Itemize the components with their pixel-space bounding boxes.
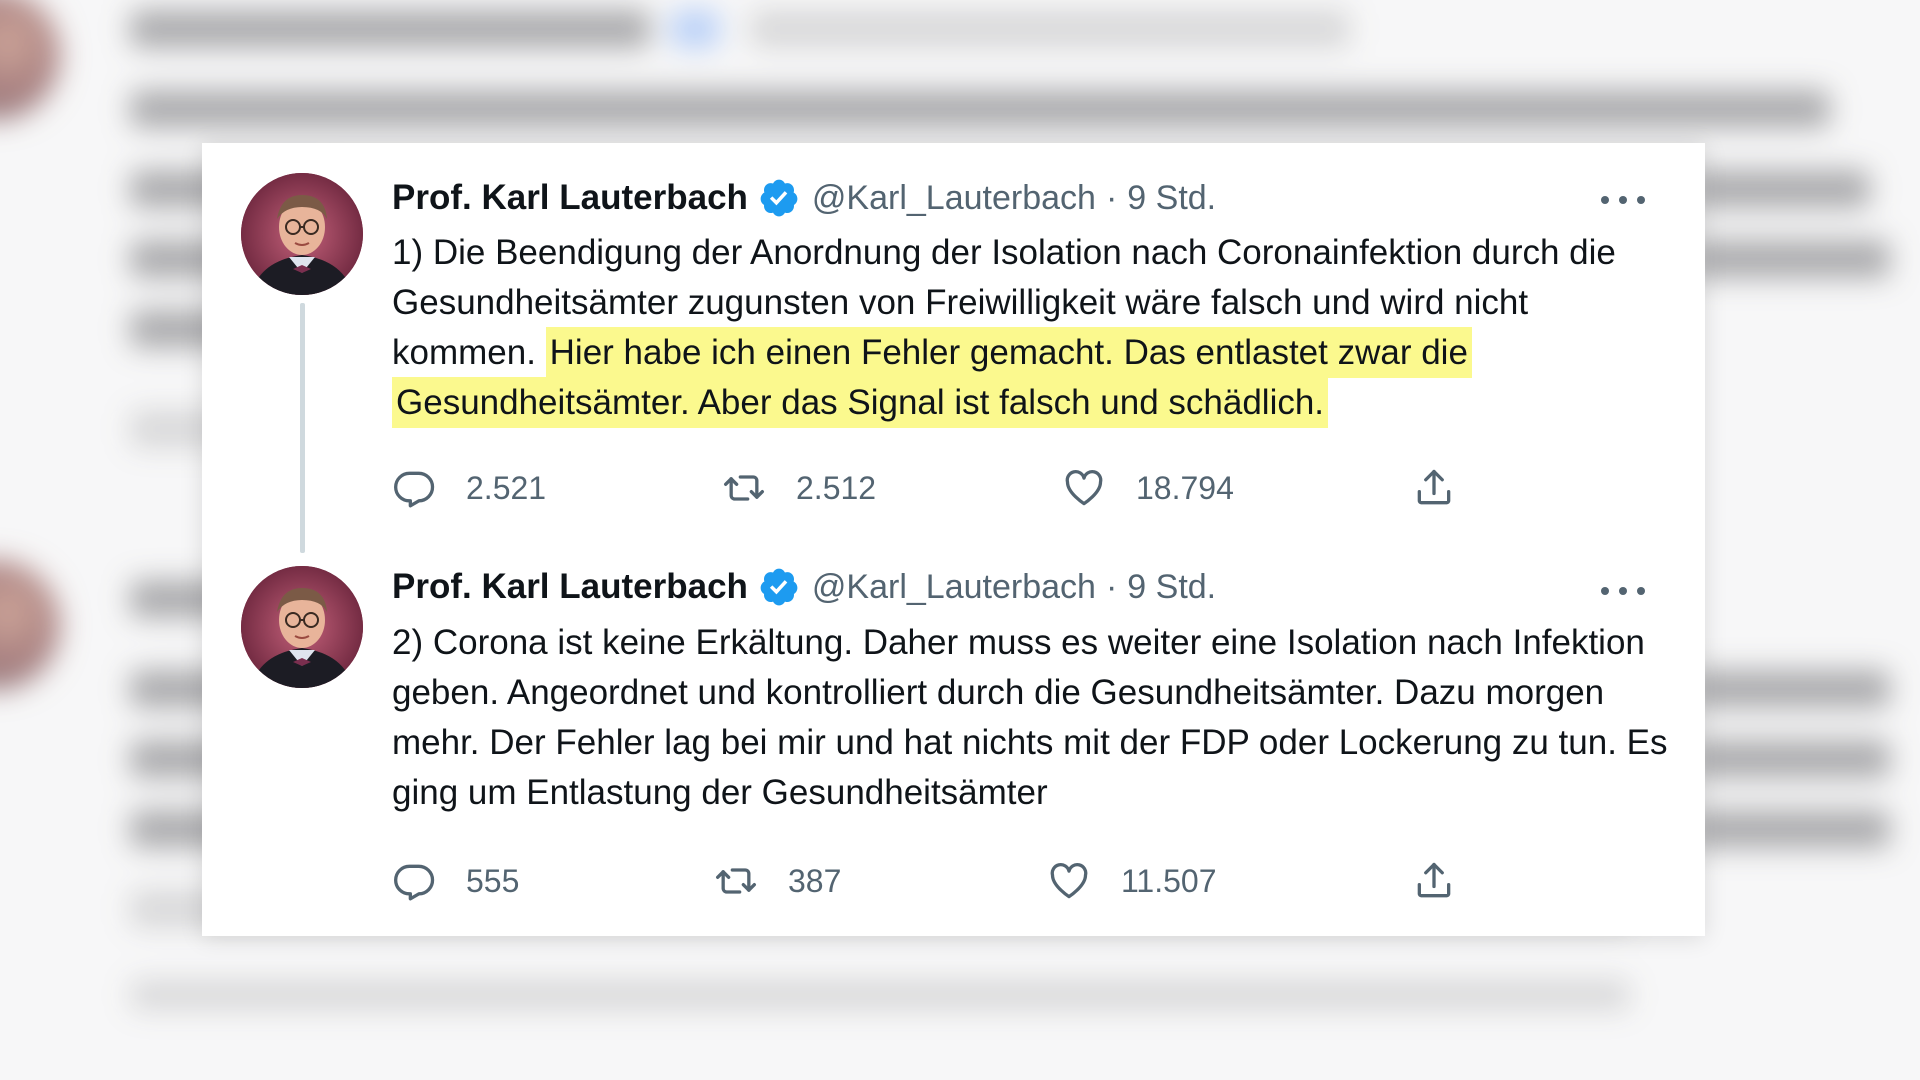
tweet-timestamp[interactable]: 9 Std. — [1127, 568, 1216, 607]
avatar[interactable] — [241, 173, 363, 295]
header-separator: · — [1105, 178, 1118, 217]
retweet-button[interactable]: 387 — [714, 856, 841, 906]
more-options-icon[interactable] — [1601, 185, 1645, 215]
retweet-button[interactable]: 2.512 — [722, 463, 876, 513]
retweet-count: 2.512 — [796, 469, 877, 506]
tweet-timestamp[interactable]: 9 Std. — [1127, 179, 1216, 218]
tweet-text: 1) Die Beendigung der Anordnung der Isol… — [392, 228, 1672, 428]
avatar[interactable] — [241, 566, 363, 688]
tweet[interactable]: Prof. Karl Lauterbach @Karl_Lauterbach ·… — [202, 143, 1705, 563]
author-name[interactable]: Prof. Karl Lauterbach — [392, 567, 748, 607]
share-button[interactable] — [1412, 463, 1456, 513]
more-options-icon[interactable] — [1601, 576, 1645, 606]
share-button[interactable] — [1412, 856, 1456, 906]
tweet[interactable]: Prof. Karl Lauterbach @Karl_Lauterbach ·… — [202, 538, 1705, 936]
share-icon — [1417, 862, 1451, 898]
tweet-header: Prof. Karl Lauterbach @Karl_Lauterbach ·… — [392, 562, 1216, 612]
retweet-icon — [724, 475, 764, 501]
like-icon — [1050, 863, 1088, 899]
tweet-thread-card: Prof. Karl Lauterbach @Karl_Lauterbach ·… — [202, 143, 1705, 936]
like-count: 18.794 — [1136, 469, 1234, 506]
tweet-header: Prof. Karl Lauterbach @Karl_Lauterbach ·… — [392, 173, 1216, 223]
share-icon — [1417, 469, 1451, 505]
like-count: 11.507 — [1121, 862, 1217, 899]
tweet-action-bar: 555 387 11.507 — [392, 856, 1492, 906]
tweet-text-plain: 2) Corona ist keine Erkältung. Daher mus… — [392, 623, 1668, 812]
retweet-count: 387 — [788, 862, 842, 899]
reply-button[interactable]: 555 — [392, 856, 519, 906]
avatar-portrait — [241, 173, 363, 295]
reply-count: 555 — [466, 862, 520, 899]
author-name[interactable]: Prof. Karl Lauterbach — [392, 178, 748, 218]
reply-count: 2.521 — [466, 469, 547, 506]
verified-badge-icon — [758, 566, 800, 608]
like-icon — [1065, 470, 1103, 506]
tweet-action-bar: 2.521 2.512 18.794 — [392, 463, 1492, 513]
tweet-text-highlighted: Hier habe ich einen Fehler gemacht. Das … — [392, 327, 1472, 428]
thread-connector-line — [300, 303, 305, 553]
author-handle[interactable]: @Karl_Lauterbach — [812, 568, 1096, 607]
header-separator: · — [1105, 567, 1118, 606]
reply-icon — [394, 471, 435, 508]
verified-badge-icon — [758, 177, 800, 219]
tweet-text: 2) Corona ist keine Erkältung. Daher mus… — [392, 618, 1672, 818]
reply-icon — [394, 864, 435, 901]
reply-button[interactable]: 2.521 — [392, 463, 546, 513]
retweet-icon — [716, 868, 756, 894]
author-handle[interactable]: @Karl_Lauterbach — [812, 179, 1096, 218]
like-button[interactable]: 18.794 — [1062, 463, 1234, 513]
avatar-portrait — [241, 566, 363, 688]
like-button[interactable]: 11.507 — [1047, 856, 1217, 906]
